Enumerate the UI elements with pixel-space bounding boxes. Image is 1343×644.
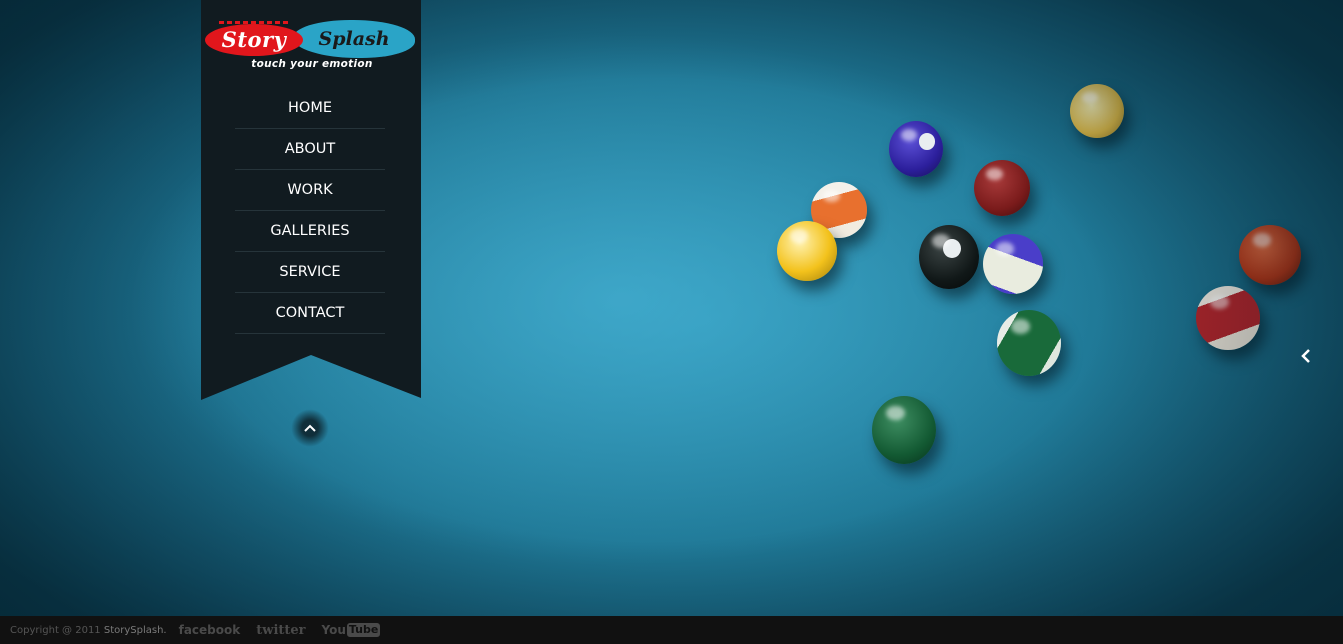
youtube-you-text: You (321, 623, 346, 637)
chevron-left-icon (1301, 349, 1310, 363)
copyright-brand: StorySplash. (103, 624, 167, 636)
site-logo[interactable]: Splash Story touch your emotion (201, 14, 421, 74)
twitter-link[interactable]: twitter (256, 623, 305, 638)
nav-item-about[interactable]: ABOUT (235, 129, 385, 170)
copyright-text: Copyright @ 2011 StorySplash. (10, 625, 167, 636)
youtube-link[interactable]: You Tube (322, 623, 381, 637)
nav-item-service[interactable]: SERVICE (235, 252, 385, 293)
logo-splash-word: Splash (293, 20, 415, 58)
nav-item-home[interactable]: HOME (235, 88, 385, 129)
logo-story-word: Story (205, 24, 303, 56)
nav-item-galleries[interactable]: GALLERIES (235, 211, 385, 252)
chevron-up-icon (304, 424, 316, 432)
nav-item-work[interactable]: WORK (235, 170, 385, 211)
page: Splash Story touch your emotion HOME ABO… (0, 0, 1343, 644)
main-navigation: HOME ABOUT WORK GALLERIES SERVICE CONTAC… (235, 88, 385, 334)
collapse-menu-button[interactable] (291, 409, 329, 447)
previous-slide-button[interactable] (1290, 340, 1322, 372)
nav-item-contact[interactable]: CONTACT (235, 293, 385, 334)
footer: Copyright @ 2011 StorySplash. facebook t… (0, 616, 1343, 644)
youtube-tube-text: Tube (346, 623, 381, 637)
logo-tagline: touch your emotion (251, 58, 373, 70)
copyright-label: Copyright @ 2011 (10, 624, 101, 636)
facebook-link[interactable]: facebook (179, 623, 241, 637)
